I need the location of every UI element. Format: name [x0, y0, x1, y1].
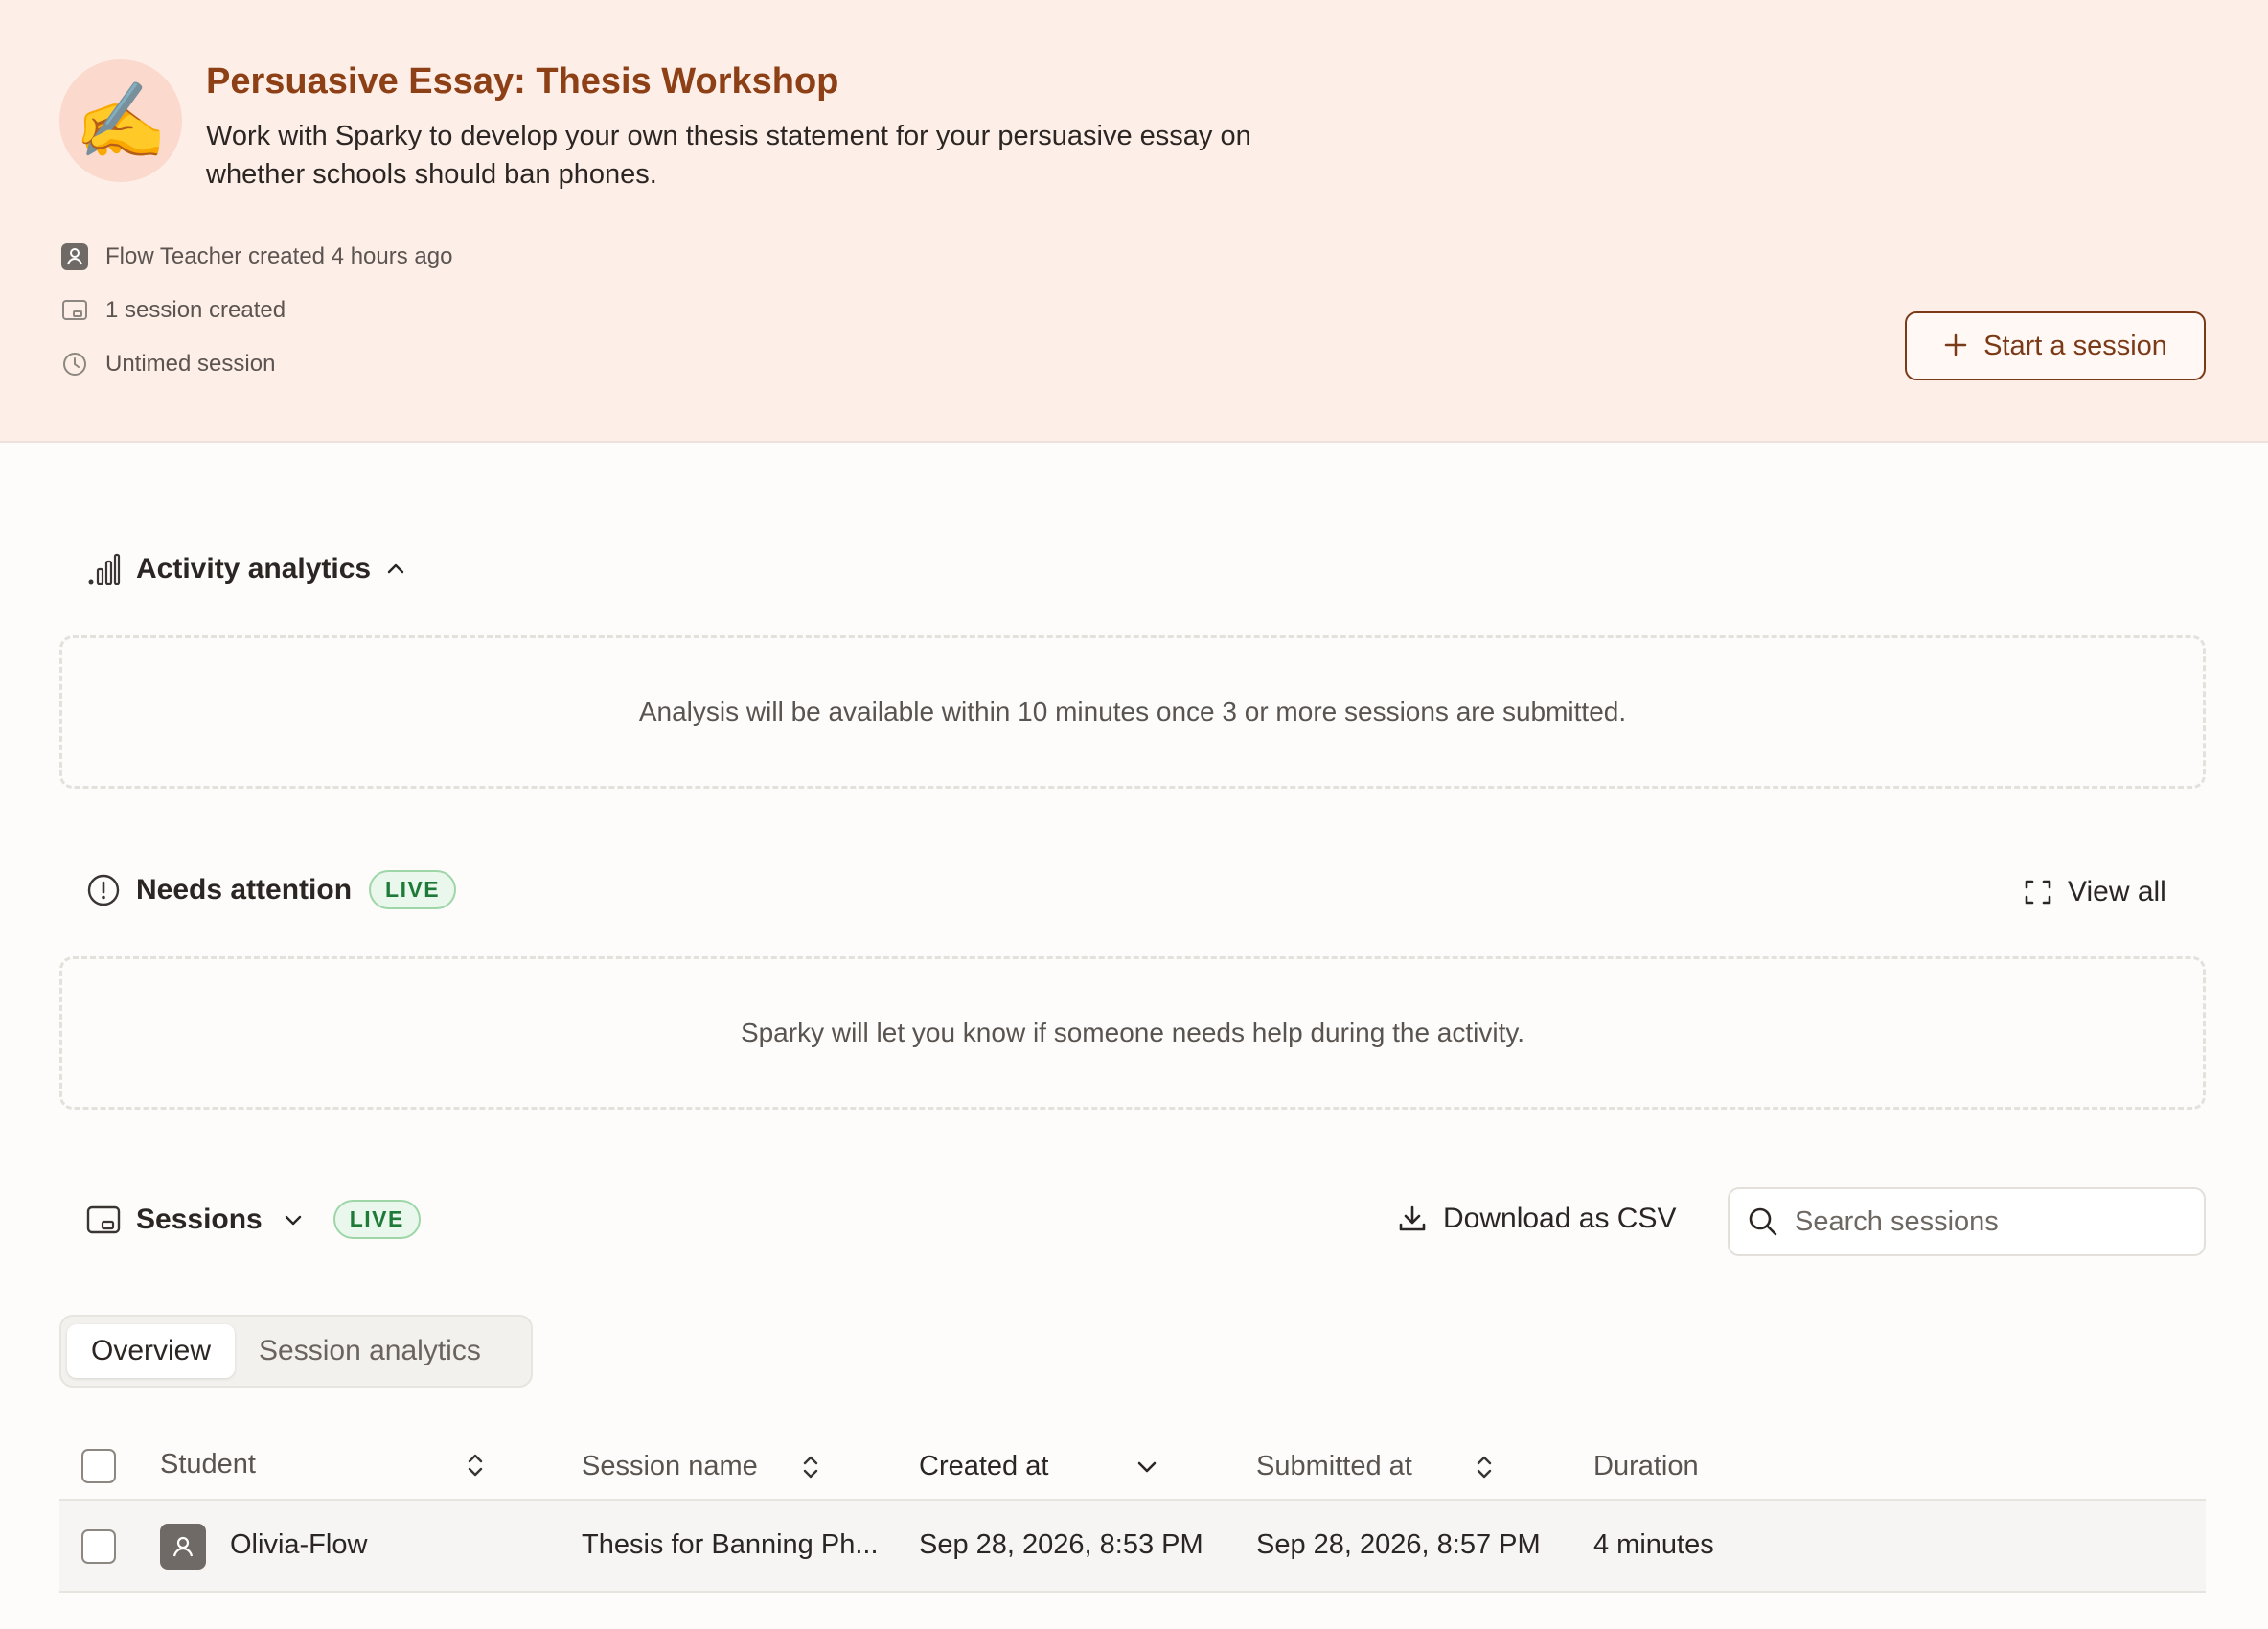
- sort-icon: [465, 1451, 486, 1480]
- column-duration[interactable]: Duration: [1593, 1451, 1699, 1482]
- search-icon: [1747, 1205, 1779, 1238]
- chevron-down-icon[interactable]: [282, 1208, 305, 1231]
- sort-icon: [800, 1453, 821, 1481]
- analytics-empty-state: Analysis will be available within 10 min…: [59, 635, 2206, 789]
- column-session-name-label: Session name: [582, 1451, 758, 1481]
- column-session-name[interactable]: Session name: [582, 1451, 821, 1482]
- cell-session-name: Thesis for Banning Ph...: [582, 1529, 879, 1560]
- meta-sessions: 1 session created: [59, 295, 286, 326]
- column-submitted-at[interactable]: Submitted at: [1256, 1451, 1495, 1482]
- sessions-section-header[interactable]: Sessions LIVE: [84, 1200, 421, 1239]
- start-session-label: Start a session: [1983, 330, 2167, 361]
- sort-icon: [1474, 1453, 1495, 1481]
- live-badge: LIVE: [332, 1200, 421, 1239]
- download-csv-button[interactable]: Download as CSV: [1397, 1203, 1676, 1235]
- download-icon: [1397, 1204, 1428, 1234]
- attention-empty-state: Sparky will let you know if someone need…: [59, 956, 2206, 1110]
- column-created-at[interactable]: Created at: [919, 1451, 1159, 1482]
- attention-heading: Needs attention: [136, 873, 353, 906]
- column-created-at-label: Created at: [919, 1451, 1049, 1481]
- activity-title: Persuasive Essay: Thesis Workshop: [206, 61, 839, 102]
- search-sessions-input[interactable]: [1795, 1205, 2178, 1238]
- meta-timing: Untimed session: [59, 349, 275, 379]
- table-row[interactable]: Olivia-Flow Thesis for Banning Ph... Sep…: [59, 1501, 2206, 1593]
- meta-timing-text: Untimed session: [105, 351, 276, 377]
- tab-session-analytics[interactable]: Session analytics: [235, 1324, 505, 1378]
- column-submitted-at-label: Submitted at: [1256, 1451, 1412, 1481]
- session-screen-icon: [59, 295, 90, 326]
- attention-section-header: Needs attention LIVE: [84, 870, 457, 909]
- chevron-down-icon: [1134, 1455, 1159, 1480]
- view-all-label: View all: [2068, 876, 2166, 907]
- chevron-up-icon[interactable]: [384, 558, 407, 581]
- sessions-table: Student Session name Created at Submitte…: [59, 1437, 2206, 1593]
- meta-creator-text: Flow Teacher created 4 hours ago: [105, 243, 453, 269]
- cell-student[interactable]: Olivia-Flow: [230, 1529, 367, 1561]
- select-all-checkbox[interactable]: [81, 1449, 116, 1483]
- writing-hand-icon: ✍️: [59, 59, 182, 182]
- view-all-button[interactable]: View all: [2024, 876, 2166, 908]
- attention-empty-message: Sparky will let you know if someone need…: [740, 1018, 1525, 1047]
- live-badge: LIVE: [369, 870, 457, 909]
- column-student[interactable]: Student: [160, 1449, 486, 1480]
- cell-duration: 4 minutes: [1593, 1529, 1714, 1560]
- activity-header: ✍️ Persuasive Essay: Thesis Workshop Wor…: [0, 0, 2268, 443]
- cell-submitted-at: Sep 28, 2026, 8:57 PM: [1256, 1529, 1541, 1560]
- meta-creator: Flow Teacher created 4 hours ago: [59, 241, 452, 272]
- expand-icon: [2024, 878, 2052, 906]
- avatar: [160, 1524, 206, 1570]
- clock-icon: [59, 349, 90, 379]
- meta-sessions-text: 1 session created: [105, 297, 286, 323]
- analytics-heading: Activity analytics: [136, 553, 372, 585]
- analytics-section-header[interactable]: Activity analytics: [84, 550, 407, 588]
- table-header: Student Session name Created at Submitte…: [59, 1437, 2206, 1501]
- person-badge-icon: [59, 241, 90, 272]
- sessions-view-tabs: Overview Session analytics: [59, 1315, 533, 1388]
- download-csv-label: Download as CSV: [1443, 1203, 1677, 1234]
- analytics-empty-message: Analysis will be available within 10 min…: [638, 697, 1627, 726]
- cell-created-at: Sep 28, 2026, 8:53 PM: [919, 1529, 1203, 1560]
- row-checkbox[interactable]: [81, 1529, 116, 1564]
- column-duration-label: Duration: [1593, 1451, 1699, 1481]
- search-sessions-field[interactable]: [1728, 1187, 2206, 1256]
- plus-icon: [1943, 329, 1968, 363]
- tab-overview[interactable]: Overview: [67, 1324, 236, 1378]
- bar-chart-icon: [84, 550, 123, 588]
- session-screen-icon: [84, 1201, 123, 1239]
- alert-circle-icon: [84, 871, 123, 909]
- column-student-label: Student: [160, 1449, 256, 1480]
- sessions-heading: Sessions: [136, 1203, 263, 1235]
- start-session-button[interactable]: Start a session: [1905, 311, 2206, 380]
- activity-description: Work with Sparky to develop your own the…: [206, 121, 1251, 190]
